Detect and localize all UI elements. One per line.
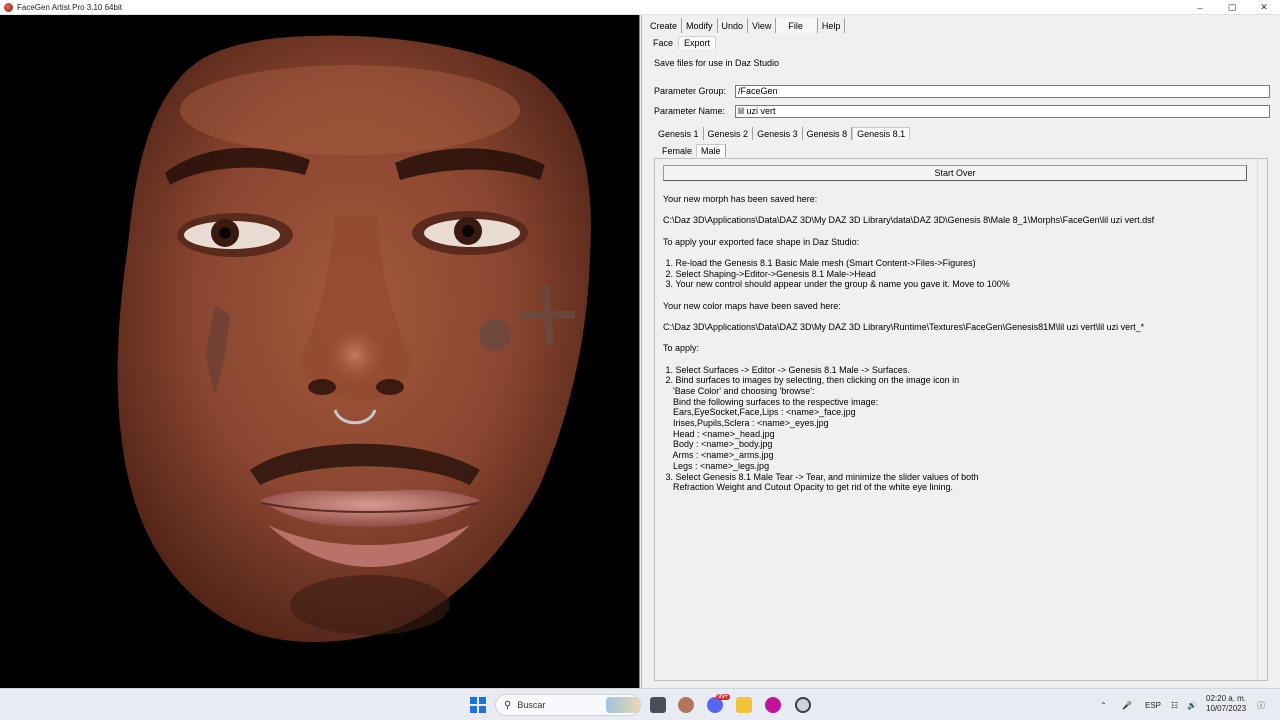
- panel-description: Save files for use in Daz Studio: [654, 58, 780, 68]
- tab-genesis-3[interactable]: Genesis 3: [753, 127, 803, 140]
- parameter-name-label: Parameter Name:: [654, 106, 726, 116]
- file-explorer-icon[interactable]: [736, 697, 752, 713]
- parameter-group-input[interactable]: /FaceGen: [735, 85, 1270, 98]
- vertical-scrollbar[interactable]: [1257, 159, 1267, 680]
- search-icon: ⚲: [504, 699, 512, 711]
- morph-saved-label: Your new morph has been saved here:: [663, 194, 818, 204]
- sub-tabs: Face Export: [648, 36, 717, 49]
- menu-view[interactable]: View: [748, 18, 777, 33]
- opera-gx-icon[interactable]: [765, 697, 781, 713]
- tab-genesis-8[interactable]: Genesis 8: [803, 127, 853, 140]
- menu-bar: Create Modify Undo View File Help: [646, 18, 846, 33]
- facegen-taskbar-icon[interactable]: [678, 697, 694, 713]
- apply-step: Ears,EyeSocket,Face,Lips : <name>_face.j…: [663, 407, 856, 418]
- apply-step: Refraction Weight and Cutout Opacity to …: [663, 482, 953, 493]
- apply-step: 3. Select Genesis 8.1 Male Tear -> Tear,…: [663, 471, 979, 482]
- volume-icon[interactable]: 🔊: [1187, 689, 1197, 720]
- apply-step: 'Base Color' and choosing 'browse':: [663, 385, 815, 396]
- export-content: Start Over Your new morph has been saved…: [654, 158, 1268, 681]
- to-apply-label: To apply:: [663, 343, 700, 353]
- facegen-app-icon: [4, 2, 13, 12]
- menu-file[interactable]: File: [776, 18, 818, 33]
- apply-step: Head : <name>_head.jpg: [663, 428, 775, 439]
- system-clock[interactable]: 02:20 a. m. 10/07/2023: [1206, 694, 1246, 714]
- parameter-name-input[interactable]: lil uzi vert: [735, 105, 1270, 118]
- parameter-group-label: Parameter Group:: [654, 86, 727, 96]
- task-view-icon[interactable]: [650, 697, 666, 713]
- morph-path: C:\Daz 3D\Applications\Data\DAZ 3D\My DA…: [663, 215, 1155, 225]
- steam-icon[interactable]: [795, 697, 811, 713]
- tab-female[interactable]: Female: [658, 144, 696, 157]
- menu-modify[interactable]: Modify: [682, 18, 718, 33]
- apply-step: Legs : <name>_legs.jpg: [663, 460, 770, 471]
- windows-start-icon[interactable]: [470, 697, 486, 713]
- tab-male[interactable]: Male: [696, 144, 726, 157]
- menu-undo[interactable]: Undo: [717, 18, 749, 33]
- title-bar: FaceGen Artist Pro 3.10 64bit – ▢ ✕: [0, 0, 1280, 15]
- genesis-tabs: Genesis 1 Genesis 2 Genesis 3 Genesis 8 …: [654, 127, 911, 140]
- apply-shape-label: To apply your exported face shape in Daz…: [663, 237, 860, 247]
- tab-genesis-2[interactable]: Genesis 2: [704, 127, 754, 140]
- notification-bell-icon[interactable]: ⓘ: [1257, 689, 1265, 720]
- tab-genesis-8-1[interactable]: Genesis 8.1: [852, 127, 911, 140]
- export-panel: Create Modify Undo View File Help Face E…: [641, 15, 1280, 688]
- microphone-icon[interactable]: 🎤: [1122, 689, 1132, 720]
- tab-face[interactable]: Face: [648, 36, 678, 49]
- 3d-viewport[interactable]: [0, 15, 640, 688]
- window-title: FaceGen Artist Pro 3.10 64bit: [17, 2, 122, 12]
- menu-create[interactable]: Create: [646, 18, 683, 33]
- sex-tabs: Female Male: [658, 144, 726, 157]
- apply-step: 2. Bind surfaces to images by selecting,…: [663, 375, 960, 386]
- language-indicator[interactable]: ESP: [1145, 689, 1161, 720]
- shape-step: 2. Select Shaping->Editor->Genesis 8.1 M…: [663, 268, 876, 279]
- apply-step: Bind the following surfaces to the respe…: [663, 396, 879, 407]
- window-controls: – ▢ ✕: [1184, 0, 1280, 15]
- maps-saved-label: Your new color maps have been saved here…: [663, 301, 841, 311]
- close-button[interactable]: ✕: [1248, 0, 1280, 15]
- clock-time: 02:20 a. m.: [1206, 694, 1247, 703]
- notification-badge: 99+: [716, 694, 731, 700]
- apply-step: 1. Select Surfaces -> Editor -> Genesis …: [663, 364, 910, 375]
- shape-step: 3. Your new control should appear under …: [663, 279, 1010, 290]
- tab-genesis-1[interactable]: Genesis 1: [654, 127, 704, 140]
- clock-date: 10/07/2023: [1206, 704, 1247, 713]
- shape-step: 1. Re-load the Genesis 8.1 Basic Male me…: [663, 258, 976, 268]
- minimize-button[interactable]: –: [1184, 0, 1216, 15]
- weather-widget-icon[interactable]: [606, 697, 640, 713]
- maps-path: C:\Daz 3D\Applications\Data\DAZ 3D\My DA…: [663, 322, 1145, 332]
- apply-step: Body : <name>_body.jpg: [663, 439, 773, 450]
- wifi-icon[interactable]: ☷: [1171, 689, 1178, 720]
- apply-step: Arms : <name>_arms.jpg: [663, 450, 774, 461]
- start-over-button[interactable]: Start Over: [663, 165, 1247, 181]
- menu-help[interactable]: Help: [817, 18, 846, 33]
- maximize-button[interactable]: ▢: [1216, 0, 1248, 15]
- tray-chevron-icon[interactable]: ⌃: [1100, 689, 1107, 720]
- tab-export[interactable]: Export: [678, 36, 717, 49]
- taskbar: ⚲ Buscar 99+ ⌃ 🎤 ESP ☷ 🔊 02:20 a. m. 10/…: [0, 688, 1280, 720]
- face-render: [117, 35, 591, 642]
- apply-step: Irises,Pupils,Sclera : <name>_eyes.jpg: [663, 418, 829, 428]
- search-placeholder: Buscar: [517, 700, 546, 710]
